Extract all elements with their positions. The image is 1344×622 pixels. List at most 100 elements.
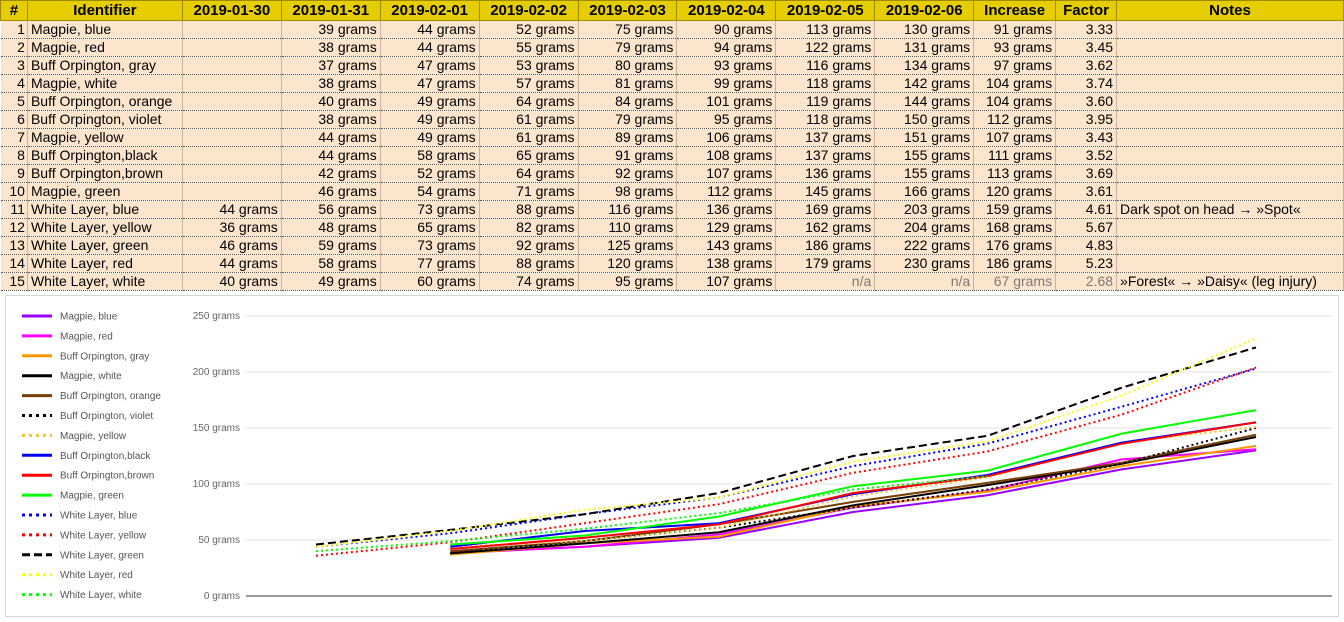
weight-cell[interactable]: 44 grams <box>380 20 480 39</box>
weight-cell[interactable] <box>182 38 282 57</box>
increase-cell[interactable]: 120 grams <box>973 182 1057 201</box>
legend-label[interactable]: Magpie, yellow <box>60 431 127 442</box>
row-number-cell[interactable]: 5 <box>0 92 28 111</box>
col-header-increase[interactable]: Increase <box>973 0 1057 21</box>
identifier-cell[interactable]: Buff Orpington,black <box>27 146 183 165</box>
col-header-date[interactable]: 2019-02-05 <box>775 0 876 21</box>
weight-cell[interactable]: 88 grams <box>479 200 579 219</box>
weight-cell[interactable]: 204 grams <box>874 218 975 237</box>
weight-cell[interactable]: 119 grams <box>775 92 876 111</box>
weight-cell[interactable]: 58 grams <box>281 254 381 273</box>
weight-cell[interactable]: 84 grams <box>578 92 678 111</box>
weight-cell[interactable]: 39 grams <box>281 20 381 39</box>
identifier-cell[interactable]: Buff Orpington, gray <box>27 56 183 75</box>
notes-cell[interactable] <box>1116 56 1344 75</box>
row-number-cell[interactable]: 13 <box>0 236 28 255</box>
weight-cell[interactable]: 71 grams <box>479 182 579 201</box>
increase-cell[interactable]: 159 grams <box>973 200 1057 219</box>
legend-label[interactable]: Buff Orpington,black <box>60 451 151 462</box>
factor-cell[interactable]: 3.45 <box>1055 38 1118 57</box>
col-header-date[interactable]: 2019-02-01 <box>379 0 480 21</box>
weight-cell[interactable]: 93 grams <box>676 56 777 75</box>
identifier-cell[interactable]: Buff Orpington, violet <box>27 110 183 129</box>
weight-cell[interactable]: 112 grams <box>676 182 777 201</box>
identifier-cell[interactable]: White Layer, green <box>27 236 183 255</box>
weight-cell[interactable] <box>182 74 282 93</box>
increase-cell[interactable]: 113 grams <box>973 164 1057 183</box>
legend-label[interactable]: Buff Orpington, gray <box>60 351 149 362</box>
weight-cell[interactable]: 95 grams <box>676 110 777 129</box>
notes-cell[interactable] <box>1116 92 1344 111</box>
notes-cell[interactable] <box>1116 236 1344 255</box>
weight-cell[interactable] <box>182 164 282 183</box>
factor-cell[interactable]: 3.95 <box>1055 110 1118 129</box>
weight-cell[interactable]: 48 grams <box>281 218 381 237</box>
notes-cell[interactable] <box>1116 218 1344 237</box>
weight-cell[interactable]: 79 grams <box>578 38 678 57</box>
weight-cell[interactable]: 77 grams <box>380 254 480 273</box>
factor-cell[interactable]: 4.83 <box>1055 236 1118 255</box>
weight-cell[interactable]: n/a <box>874 272 975 291</box>
weight-cell[interactable]: 65 grams <box>479 146 579 165</box>
weight-cell[interactable]: 60 grams <box>380 272 480 291</box>
weight-cell[interactable]: 47 grams <box>380 74 480 93</box>
col-header-index[interactable]: # <box>0 0 28 21</box>
identifier-cell[interactable]: Magpie, green <box>27 182 183 201</box>
weight-cell[interactable]: 92 grams <box>479 236 579 255</box>
increase-cell[interactable]: 67 grams <box>973 272 1057 291</box>
row-number-cell[interactable]: 1 <box>0 20 28 39</box>
increase-cell[interactable]: 112 grams <box>973 110 1057 129</box>
notes-cell[interactable]: Dark spot on head → »Spot« <box>1116 200 1344 219</box>
row-number-cell[interactable]: 14 <box>0 254 28 273</box>
factor-cell[interactable]: 3.33 <box>1055 20 1118 39</box>
weight-cell[interactable]: 143 grams <box>676 236 777 255</box>
weight-cell[interactable]: 118 grams <box>775 110 876 129</box>
weight-cell[interactable]: 44 grams <box>281 146 381 165</box>
factor-cell[interactable]: 2.68 <box>1055 272 1118 291</box>
weight-cell[interactable]: 64 grams <box>479 92 579 111</box>
increase-cell[interactable]: 111 grams <box>973 146 1057 165</box>
weight-cell[interactable]: 107 grams <box>676 272 777 291</box>
increase-cell[interactable]: 104 grams <box>973 92 1057 111</box>
weight-cell[interactable]: 74 grams <box>479 272 579 291</box>
weight-cell[interactable]: 166 grams <box>874 182 975 201</box>
weight-cell[interactable]: 169 grams <box>775 200 876 219</box>
row-number-cell[interactable]: 6 <box>0 110 28 129</box>
weight-cell[interactable]: 49 grams <box>380 110 480 129</box>
weight-cell[interactable]: 38 grams <box>281 110 381 129</box>
weight-cell[interactable]: 203 grams <box>874 200 975 219</box>
weight-cell[interactable]: 116 grams <box>775 56 876 75</box>
weight-cell[interactable]: 150 grams <box>874 110 975 129</box>
legend-label[interactable]: Magpie, red <box>60 331 113 342</box>
weight-cell[interactable]: 129 grams <box>676 218 777 237</box>
factor-cell[interactable]: 3.60 <box>1055 92 1118 111</box>
weight-cell[interactable]: 59 grams <box>281 236 381 255</box>
factor-cell[interactable]: 3.69 <box>1055 164 1118 183</box>
col-header-notes[interactable]: Notes <box>1116 0 1344 21</box>
weight-cell[interactable]: 222 grams <box>874 236 975 255</box>
notes-cell[interactable] <box>1116 38 1344 57</box>
weight-cell[interactable]: 37 grams <box>281 56 381 75</box>
series-line[interactable] <box>450 409 1257 546</box>
weight-cell[interactable]: 49 grams <box>380 92 480 111</box>
weight-cell[interactable]: 89 grams <box>578 128 678 147</box>
weight-cell[interactable]: 55 grams <box>479 38 579 57</box>
col-header-date[interactable]: 2019-02-06 <box>874 0 975 21</box>
weight-cell[interactable]: 230 grams <box>874 254 975 273</box>
weight-cell[interactable]: 122 grams <box>775 38 876 57</box>
weight-cell[interactable]: 40 grams <box>182 272 282 291</box>
factor-cell[interactable]: 3.62 <box>1055 56 1118 75</box>
chart-container[interactable]: 0 grams 50 grams 100 grams 150 grams 200 gra… <box>5 295 1339 617</box>
weight-cell[interactable]: 79 grams <box>578 110 678 129</box>
weight-cell[interactable]: 44 grams <box>182 254 282 273</box>
increase-cell[interactable]: 91 grams <box>973 20 1057 39</box>
col-header-date[interactable]: 2019-01-31 <box>280 0 381 21</box>
row-number-cell[interactable]: 10 <box>0 182 28 201</box>
row-number-cell[interactable]: 7 <box>0 128 28 147</box>
weight-cell[interactable] <box>182 110 282 129</box>
legend-label[interactable]: White Layer, yellow <box>60 530 147 541</box>
weight-cell[interactable]: 110 grams <box>578 218 678 237</box>
increase-cell[interactable]: 168 grams <box>973 218 1057 237</box>
weight-cell[interactable]: n/a <box>775 272 876 291</box>
row-number-cell[interactable]: 11 <box>0 200 28 219</box>
